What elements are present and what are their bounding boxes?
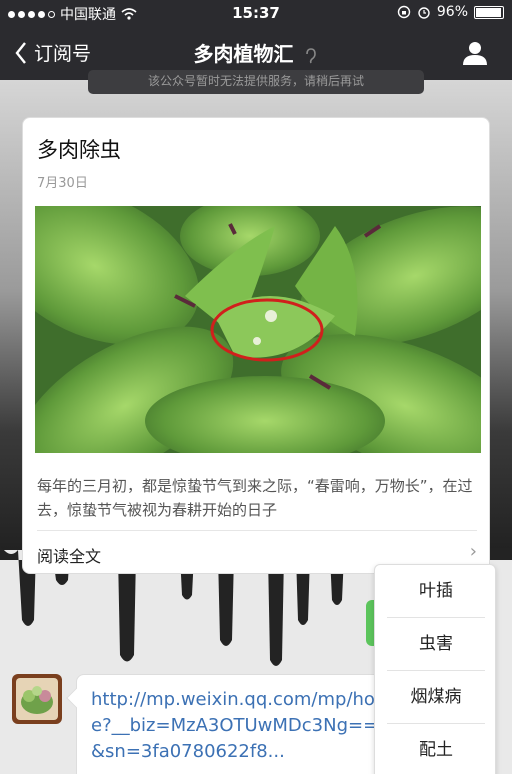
article-description: 每年的三月初，都是惊蛰节气到来之际，“春雷响，万物长”，在过去，惊蛰节气被视为春… xyxy=(37,477,473,519)
avatar[interactable] xyxy=(12,674,62,724)
article-card[interactable]: 多肉除虫 7月30日 每年的三月初，都是惊蛰节气到来之际，“春雷响，万物长”，在… xyxy=(22,117,490,574)
article-title: 多肉除虫 xyxy=(37,138,121,162)
article-cover-image xyxy=(35,206,481,453)
menu-item-pests[interactable]: 虫害 xyxy=(387,618,485,671)
person-icon[interactable] xyxy=(462,40,488,66)
service-notice-banner: 该公众号暂时无法提供服务，请稍后再试 xyxy=(88,70,424,94)
chevron-right-icon: › xyxy=(469,541,477,562)
article-date: 7月30日 xyxy=(37,176,88,191)
ear-icon xyxy=(306,47,317,63)
menu-item-sooty-mold[interactable]: 烟煤病 xyxy=(387,671,485,724)
rotation-lock-icon xyxy=(397,5,411,19)
page-title: 多肉植物汇 xyxy=(0,38,512,67)
battery-percent: 96% xyxy=(436,4,468,20)
alarm-icon xyxy=(418,7,430,19)
battery-icon xyxy=(474,5,504,19)
bubble-tail xyxy=(66,688,86,708)
wechat-screen: 中国联通 15:37 96% 订阅号 多肉植物汇 该公众号暂时无法提供服务，请稍… xyxy=(0,0,512,774)
account-name: 多肉植物汇 xyxy=(193,42,294,66)
account-menu-popup: 叶插 虫害 烟煤病 配土 xyxy=(374,564,496,774)
menu-item-leaf-cutting[interactable]: 叶插 xyxy=(387,565,485,618)
status-bar: 中国联通 15:37 96% xyxy=(0,0,512,26)
menu-item-soil-mix[interactable]: 配土 xyxy=(387,724,485,774)
read-full-label: 阅读全文 xyxy=(37,547,102,566)
